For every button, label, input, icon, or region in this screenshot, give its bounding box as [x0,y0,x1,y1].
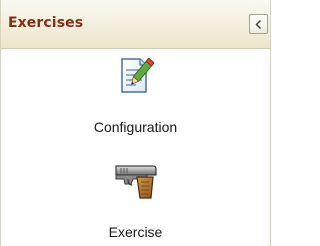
configuration-item[interactable]: Configuration [1,55,270,141]
document-edit-icon [120,57,154,93]
chevron-left-icon [255,19,261,29]
exercise-item[interactable]: Exercise [1,158,270,246]
exercises-panel: Exercises Configuration Exercise [0,0,271,246]
panel-header: Exercises [1,0,270,49]
exercise-label: Exercise [108,224,163,240]
pistol-icon [114,165,157,199]
collapse-panel-button[interactable] [249,14,268,34]
configuration-label: Configuration [93,119,178,135]
panel-title: Exercises [8,15,84,31]
